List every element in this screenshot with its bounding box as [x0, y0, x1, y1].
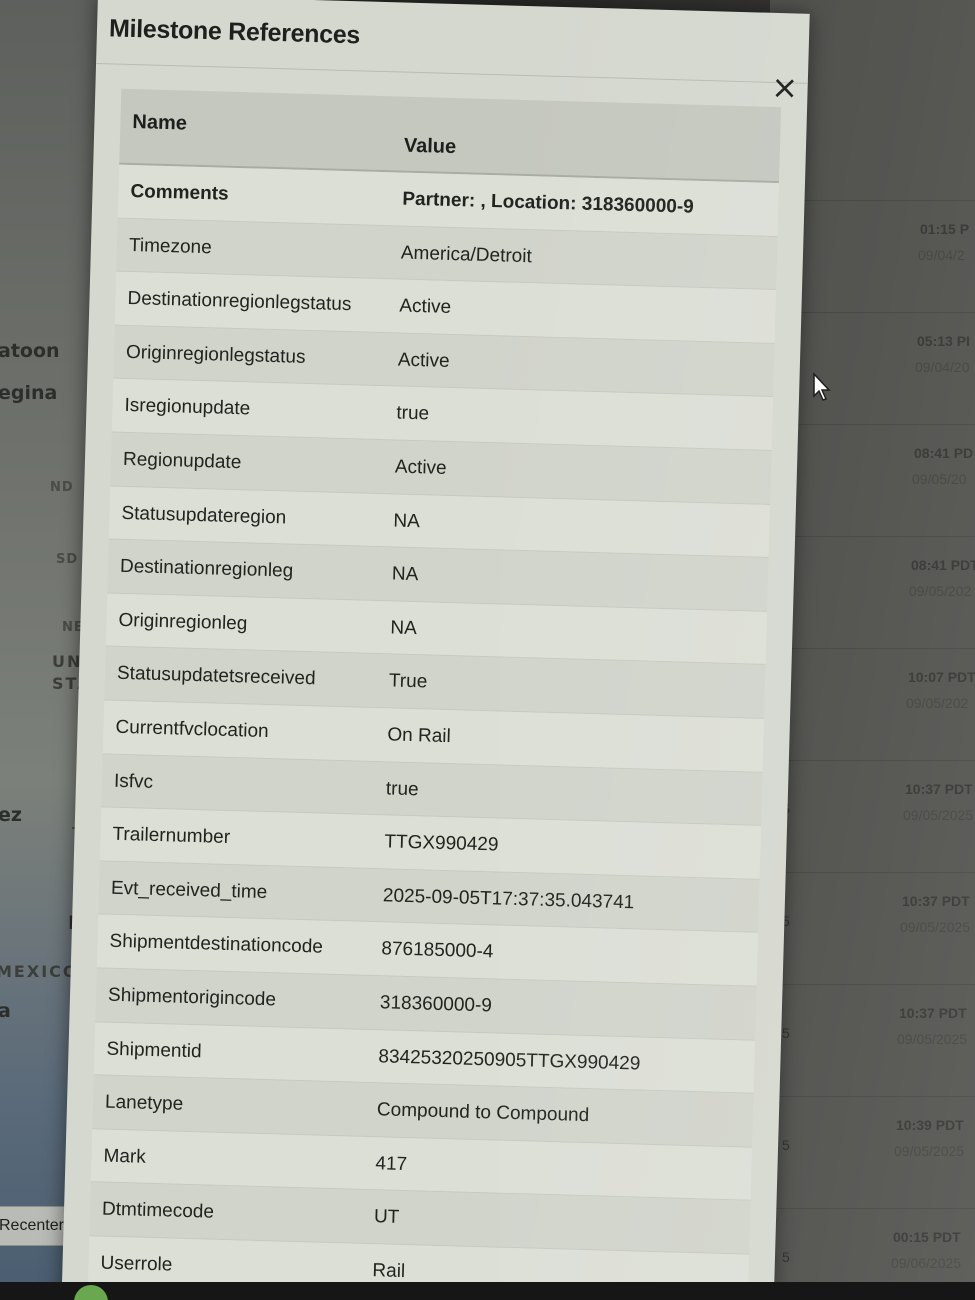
- row-value: 2025-09-05T17:37:35.043741: [382, 885, 635, 914]
- map-label-a: a: [0, 1000, 11, 1022]
- list-item-date: 09/05/2025: [903, 807, 974, 823]
- map-label-saskatoon: atoon: [0, 340, 60, 362]
- row-value: 83425320250905TTGX990429: [378, 1045, 641, 1075]
- row-value: NA: [391, 563, 419, 586]
- list-item-time: 10:39 PDT: [896, 1117, 964, 1133]
- column-header-name[interactable]: Name: [132, 111, 187, 136]
- list-item-date: 09/04/2: [918, 247, 965, 263]
- row-value: Compound to Compound: [376, 1099, 590, 1127]
- list-item-time: 10:07 PDT: [908, 669, 975, 685]
- row-value: Active: [394, 456, 447, 479]
- list-item-date: 09/05/2025: [900, 919, 971, 935]
- map-label-regina: egina: [0, 382, 58, 404]
- map-label-mexico: MEXICO: [0, 962, 79, 981]
- screen: atoon egina ND SD NE UNIT STAT ez TX Mo …: [0, 0, 975, 1300]
- background-list-item[interactable]: 510:07 PDT09/05/202: [770, 648, 975, 758]
- row-value: NA: [393, 510, 421, 532]
- row-value: Partner: , Location: 318360000-9: [402, 188, 695, 218]
- row-value: TTGX990429: [384, 831, 499, 856]
- list-item-count: 5: [782, 1137, 790, 1153]
- row-name: Isfvc: [113, 770, 154, 793]
- background-list-item[interactable]: 5 10:39 PDT 09/05/2025: [770, 1096, 975, 1206]
- list-item-date: 09/05/2025: [897, 1031, 968, 1047]
- background-list-item[interactable]: 510:37 PDT09/05/2025: [770, 760, 975, 870]
- row-value: true: [396, 402, 430, 425]
- row-value: Active: [397, 349, 450, 372]
- row-name: Mark: [103, 1145, 147, 1168]
- row-name: Destinationregionleg: [119, 555, 294, 582]
- row-value: 876185000-4: [381, 938, 494, 963]
- map-label-sd: SD: [56, 552, 79, 567]
- list-item-time: 08:41 PDT: [911, 557, 975, 573]
- row-value: On Rail: [387, 724, 452, 748]
- list-item-date: 09/04/20: [915, 359, 970, 375]
- row-value: true: [385, 777, 419, 800]
- row-value: True: [388, 670, 428, 693]
- milestone-references-modal: Milestone References × Name Value Commen…: [61, 0, 810, 1300]
- table-body: Comments Partner: , Location: 318360000-9…: [87, 164, 779, 1300]
- row-name: Userrole: [100, 1252, 173, 1276]
- row-name: Isregionupdate: [124, 395, 251, 420]
- modal-title: Milestone References: [108, 14, 361, 50]
- row-name: Shipmentid: [106, 1038, 202, 1062]
- row-name: Dtmtimecode: [101, 1198, 215, 1223]
- row-name: Shipmentorigincode: [107, 984, 277, 1011]
- background-list-item[interactable]: 5 10:37 PDT 09/05/2025: [770, 984, 975, 1094]
- list-item-time: 10:37 PDT: [902, 893, 970, 909]
- list-item-count: 5: [782, 1025, 790, 1041]
- list-item-date: 09/05/20: [912, 471, 967, 487]
- row-name: Currentfvclocation: [115, 716, 269, 742]
- map-label-ez: ez: [0, 804, 22, 826]
- row-value: UT: [373, 1206, 400, 1229]
- background-list-item[interactable]: 508:41 PDT09/05/202: [770, 536, 975, 646]
- row-value: America/Detroit: [400, 242, 533, 267]
- background-list-item[interactable]: 508:41 PD09/05/20: [770, 424, 975, 534]
- row-name: Originregionlegstatus: [125, 341, 306, 368]
- row-name: Regionupdate: [122, 448, 242, 474]
- list-item-time: 05:13 PI: [917, 333, 970, 349]
- row-name: Statusupdatetsreceived: [116, 663, 316, 690]
- close-icon[interactable]: ×: [769, 68, 800, 107]
- list-item-time: 00:15 PDT: [893, 1229, 961, 1245]
- row-name: Statusupdateregion: [121, 502, 287, 529]
- row-name: Comments: [130, 180, 229, 205]
- row-value: NA: [390, 617, 418, 639]
- list-item-date: 09/05/202: [906, 695, 969, 711]
- list-item-time: 08:41 PD: [914, 445, 974, 461]
- list-item-date: 09/05/202: [909, 583, 972, 599]
- column-header-value[interactable]: Value: [404, 135, 457, 159]
- row-name: Trailernumber: [112, 823, 231, 849]
- row-name: Evt_received_time: [110, 877, 268, 903]
- mouse-cursor-icon: [813, 372, 831, 401]
- row-value: 318360000-9: [379, 992, 493, 1017]
- list-item-count: 5: [782, 1249, 790, 1265]
- row-value: Rail: [372, 1260, 406, 1282]
- taskbar: [0, 1282, 975, 1300]
- map-label-nd: ND: [50, 480, 74, 495]
- list-item-date: 09/05/2025: [894, 1143, 965, 1159]
- background-list-item[interactable]: 510:37 PDT09/05/2025: [770, 872, 975, 982]
- modal-header: Milestone References: [96, 0, 810, 84]
- row-name: Shipmentdestinationcode: [109, 931, 324, 958]
- row-name: Lanetype: [104, 1091, 184, 1115]
- list-item-time: 10:37 PDT: [899, 1005, 967, 1021]
- row-value: 417: [375, 1152, 408, 1175]
- row-name: Destinationregionlegstatus: [127, 288, 352, 316]
- list-item-time: 01:15 P: [920, 221, 970, 237]
- taskbar-app-icon[interactable]: [74, 1285, 108, 1300]
- list-item-date: 09/06/2025: [891, 1255, 962, 1271]
- list-item-time: 10:37 PDT: [905, 781, 973, 797]
- row-name: Originregionleg: [118, 609, 248, 635]
- row-name: Timezone: [128, 234, 212, 258]
- row-value: Active: [399, 295, 452, 319]
- references-table: Name Value Comments Partner: , Location: …: [87, 88, 782, 1300]
